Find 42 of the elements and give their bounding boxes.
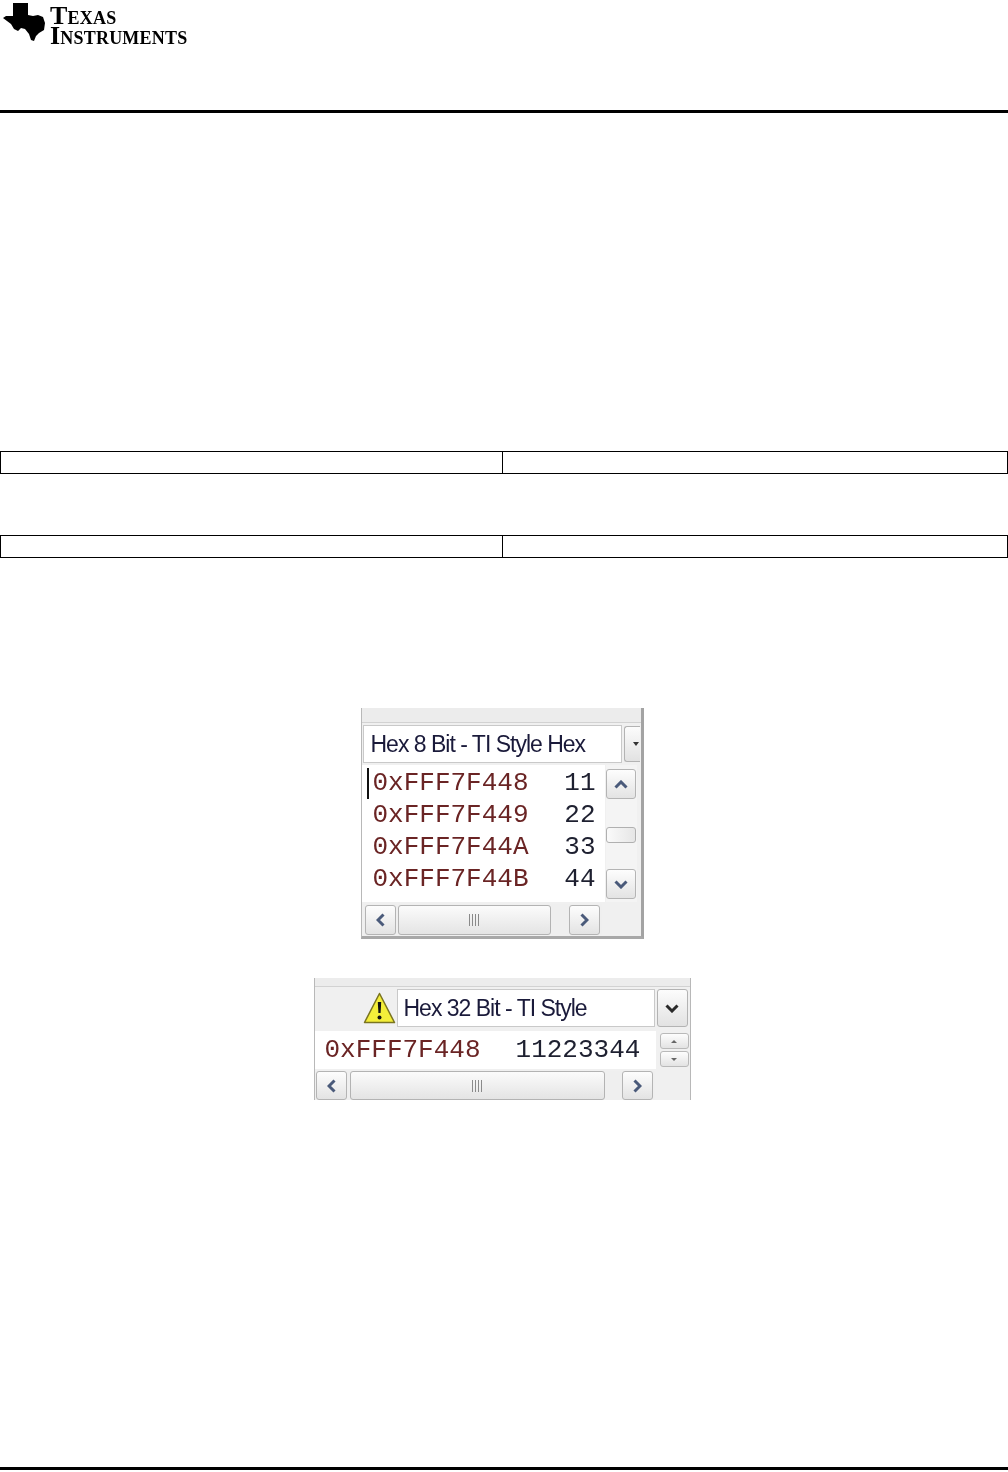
value-text: 11223344	[515, 1035, 641, 1065]
address-text: 0xFFF7F448	[372, 768, 529, 798]
logo-text: TEXAS	[50, 7, 117, 27]
grip-icon	[472, 1079, 482, 1092]
dropdown-button[interactable]	[656, 989, 688, 1027]
scroll-left-button[interactable]	[364, 904, 396, 935]
scroll-up-button[interactable]	[606, 769, 636, 799]
texas-shape-logo-icon	[3, 3, 45, 41]
value-text: 44	[564, 864, 596, 894]
scroll-right-button[interactable]	[568, 904, 600, 935]
value-text: 22	[564, 800, 596, 830]
chevron-left-icon	[375, 912, 385, 927]
address-text: 0xFFF7F44A	[372, 832, 529, 862]
scroll-left-button[interactable]	[315, 1071, 347, 1100]
chevron-down-icon	[665, 1003, 679, 1013]
spin-up-button[interactable]	[659, 1033, 689, 1049]
value-text: 11	[564, 768, 596, 798]
address-text: 0xFFF7F448	[324, 1035, 481, 1065]
chevron-right-icon	[579, 912, 589, 927]
format-dropdown[interactable]: Hex 8 Bit - TI Style Hex	[362, 725, 622, 763]
chevron-up-icon	[614, 779, 628, 789]
logo-text: INSTRUMENTS	[50, 27, 188, 47]
grip-icon	[469, 913, 479, 926]
horizontal-scrollbar[interactable]	[314, 1071, 655, 1100]
scroll-right-button[interactable]	[621, 1071, 653, 1100]
chevron-down-icon	[614, 879, 628, 889]
scrollbar-thumb[interactable]	[606, 827, 636, 843]
format-dropdown[interactable]: Hex 32 Bit - TI Style	[396, 989, 655, 1027]
chevron-right-icon	[632, 1078, 642, 1093]
caret-down-icon	[632, 742, 639, 746]
chevron-left-icon	[326, 1078, 336, 1093]
address-text: 0xFFF7F44B	[372, 864, 529, 894]
scrollbar-thumb[interactable]	[397, 904, 551, 935]
scroll-down-button[interactable]	[606, 869, 636, 899]
triangle-up-icon	[671, 1039, 677, 1043]
vertical-scrollbar[interactable]	[605, 765, 637, 902]
triangle-down-icon	[671, 1057, 677, 1061]
spin-down-button[interactable]	[659, 1051, 689, 1067]
horizontal-scrollbar[interactable]	[363, 904, 602, 935]
scrollbar-thumb[interactable]	[349, 1071, 605, 1100]
value-text: 33	[564, 832, 596, 862]
address-text: 0xFFF7F449	[372, 800, 529, 830]
